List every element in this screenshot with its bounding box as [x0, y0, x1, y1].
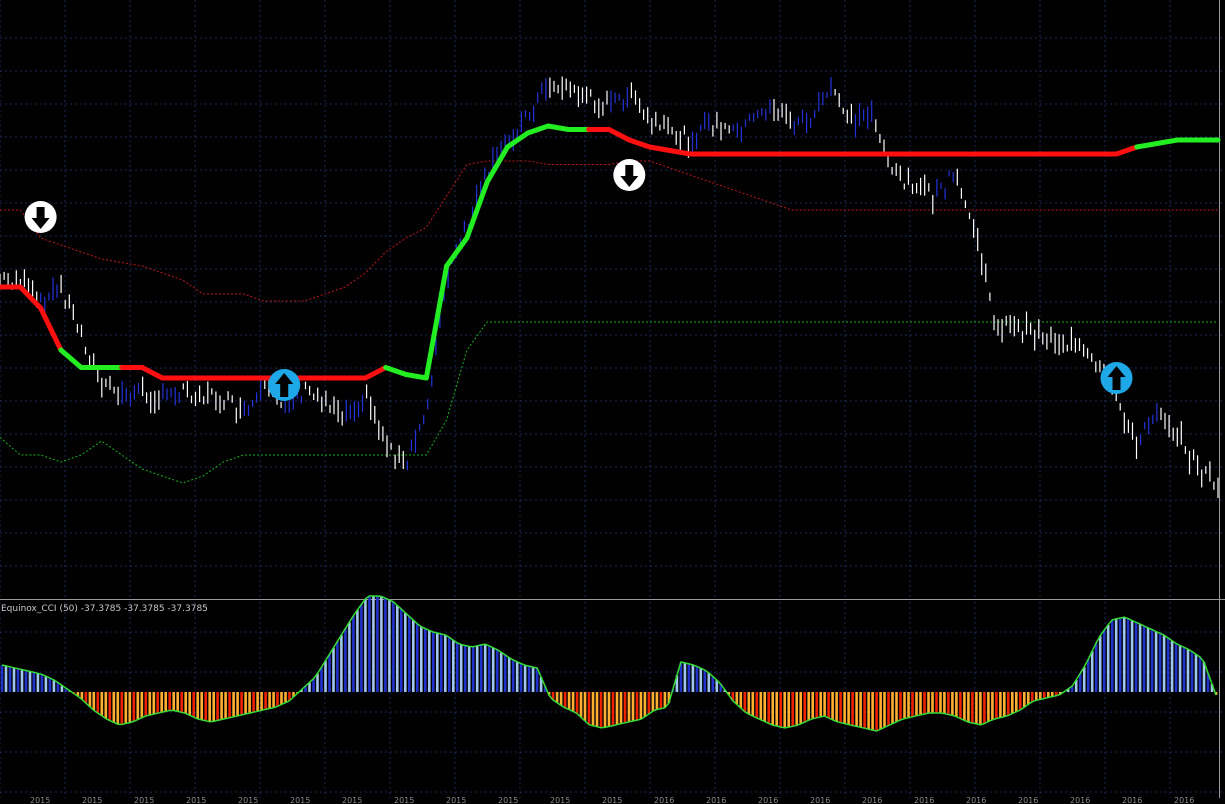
x-tick-label: 2015 — [602, 796, 622, 804]
x-tick-label: 2016 — [862, 796, 882, 804]
x-tick-label: 2016 — [914, 796, 934, 804]
x-tick-label: 2016 — [966, 796, 986, 804]
price-chart-canvas[interactable]: 2015 2015 2015 2015 2015 2015 2015 2015 2015 2015… — [0, 0, 1225, 804]
x-tick-label: 2016 — [1070, 796, 1090, 804]
trend-line-segment — [667, 148, 693, 157]
x-tick-label: 2016 — [810, 796, 830, 804]
x-tick-label: 2015 — [238, 796, 258, 804]
indicator-title-text: Equinox_CCI (50) -37.3785 -37.3785 -37.3… — [1, 604, 208, 614]
trend-line-segment — [139, 365, 165, 381]
trend-line-segment — [545, 123, 571, 132]
x-tick-label: 2015 — [498, 796, 518, 804]
trend-line-segment — [383, 365, 409, 377]
x-tick-label: 2015 — [30, 796, 50, 804]
trend-line-segment — [647, 144, 673, 153]
trend-line-segment — [626, 137, 653, 150]
trend-line-segment — [17, 284, 44, 311]
trend-line-segment — [58, 347, 84, 370]
x-tick-label: 2016 — [758, 796, 778, 804]
x-tick-label: 2016 — [654, 796, 674, 804]
trend-line-segment — [444, 235, 470, 269]
trend-line-segment — [606, 127, 632, 143]
x-tick-label: 2015 — [342, 796, 362, 804]
trend-line-segment — [38, 305, 64, 353]
lower-band-line — [0, 321, 1218, 484]
indicator-title: Equinox_CCI (50) -37.3785 -37.3785 -37.3… — [1, 604, 212, 615]
x-tick-label: 2015 — [290, 796, 310, 804]
x-tick-label: 2015 — [186, 796, 206, 804]
x-tick-label: 2015 — [82, 796, 102, 804]
upper-band-line — [0, 160, 1218, 302]
trend-line-segment — [362, 365, 389, 381]
chart-window: 2015 2015 2015 2015 2015 2015 2015 2015 2015 2015… — [0, 0, 1225, 804]
x-tick-label: 2015 — [394, 796, 414, 804]
x-tick-label: 2016 — [1018, 796, 1038, 804]
trend-line-segment — [1134, 141, 1160, 150]
trend-line-segment — [525, 123, 551, 136]
x-tick-label: 2016 — [706, 796, 726, 804]
trend-line-segment — [1114, 144, 1140, 157]
x-tick-label: 2016 — [1174, 796, 1194, 804]
x-tick-label: 2015 — [134, 796, 154, 804]
trend-line-segment — [423, 263, 450, 381]
x-tick-label: 2016 — [1122, 796, 1142, 804]
x-tick-label: 2015 — [446, 796, 466, 804]
trend-line-segment — [1154, 137, 1180, 146]
trend-line-segment — [403, 372, 429, 381]
x-tick-label: 2015 — [550, 796, 570, 804]
